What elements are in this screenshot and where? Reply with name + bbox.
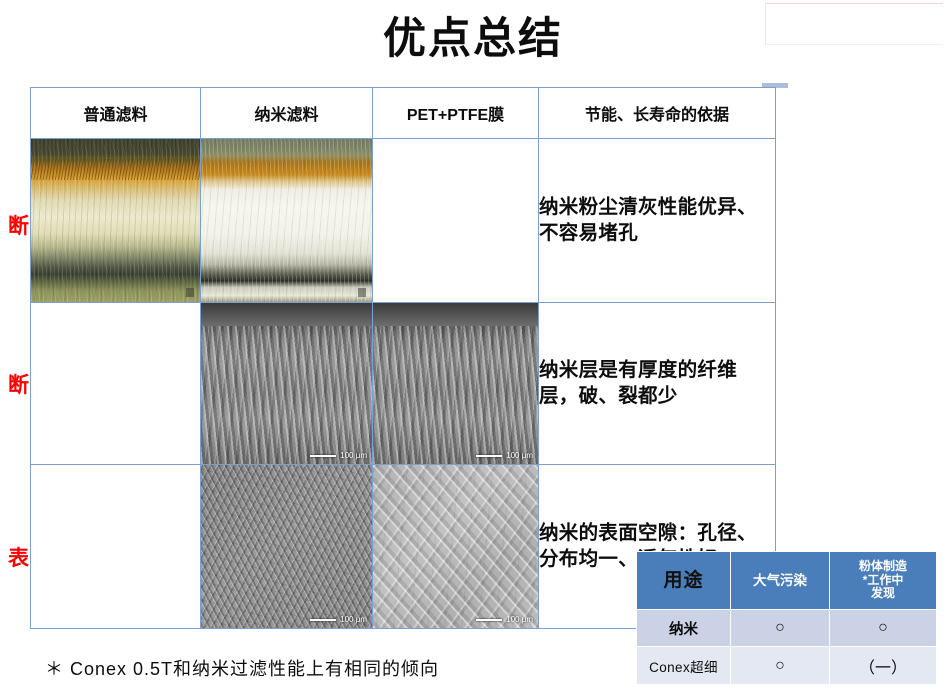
cell-nano-cross-section-photo bbox=[200, 138, 373, 303]
microscope-stamp bbox=[185, 288, 194, 297]
usage-table: 用途 大气污染 粉体制造 *工作中 发现 纳米 ○ ○ Conex超细 ○ （一… bbox=[636, 551, 937, 685]
table-header-row: 普通滤料 纳米滤料 PET+PTFE膜 节能、长寿命的依据 bbox=[30, 87, 776, 139]
usage-table-header-row: 用途 大气污染 粉体制造 *工作中 发现 bbox=[636, 551, 937, 610]
usage-header-air-pollution: 大气污染 bbox=[730, 551, 830, 610]
sem-surface-image-pet-ptfe bbox=[373, 465, 538, 628]
optical-cross-section-image-ordinary bbox=[31, 139, 200, 302]
usage-header-powder-line-3: 发现 bbox=[870, 586, 895, 601]
usage-row-name-conex: Conex超细 bbox=[636, 646, 731, 685]
scale-bar-label: 100 μm bbox=[340, 615, 367, 624]
usage-mark-nano-powder: ○ bbox=[829, 609, 937, 647]
scale-bar-line bbox=[476, 618, 503, 621]
column-header-ordinary-media: 普通滤料 bbox=[30, 87, 201, 139]
cell-description-row-1: 纳米粉尘清灰性能优异、不容易堵孔 bbox=[538, 138, 776, 303]
usage-header-powder-line-1: 粉体制造 bbox=[858, 558, 907, 573]
cell-pet-ptfe-sem-surface: 100 μm bbox=[372, 464, 539, 629]
scale-bar: 100 μm bbox=[476, 451, 533, 460]
cell-pet-ptfe-cross-section-empty bbox=[372, 138, 539, 303]
usage-header-powder-manufacturing: 粉体制造 *工作中 发现 bbox=[829, 551, 937, 610]
scale-bar-label: 100 μm bbox=[506, 615, 533, 624]
cell-ordinary-cross-section-photo bbox=[30, 138, 201, 303]
slide-canvas: 优点总结 断面 断面 表面 普通滤料 纳米滤料 PET+PTFE膜 节能、长寿命… bbox=[0, 0, 946, 697]
scale-bar: 100 μm bbox=[476, 615, 533, 624]
cell-nano-sem-cross-section: 100 μm bbox=[200, 302, 373, 465]
table-row: 纳米粉尘清灰性能优异、不容易堵孔 bbox=[30, 138, 776, 303]
optical-cross-section-image-nano bbox=[201, 139, 372, 302]
comparison-table: 普通滤料 纳米滤料 PET+PTFE膜 节能、长寿命的依据 纳米粉尘清灰性能优异… bbox=[30, 87, 776, 629]
cell-ordinary-sem-empty bbox=[30, 302, 201, 465]
usage-mark-nano-air: ○ bbox=[730, 609, 830, 647]
page-title: 优点总结 bbox=[383, 15, 563, 63]
usage-row-name-nano: 纳米 bbox=[636, 609, 731, 647]
scale-bar-label: 100 μm bbox=[340, 451, 367, 460]
scale-bar-line bbox=[310, 618, 337, 621]
scale-bar: 100 μm bbox=[310, 615, 367, 624]
microscope-stamp bbox=[357, 288, 366, 297]
cell-ordinary-surface-empty bbox=[30, 464, 201, 629]
usage-table-row: 纳米 ○ ○ bbox=[636, 609, 937, 647]
usage-header-purpose: 用途 bbox=[636, 551, 731, 610]
column-header-energy-life-basis: 节能、长寿命的依据 bbox=[538, 87, 776, 139]
table-row: 100 μm 100 μm 纳米层是有厚度的纤维层，破、裂都少 bbox=[30, 302, 776, 465]
cell-pet-ptfe-sem-cross-section: 100 μm bbox=[372, 302, 539, 465]
scale-bar-line bbox=[310, 454, 337, 457]
footnote-text: ＊ Conex 0.5T和纳米过滤性能上有相同的倾向 bbox=[45, 659, 440, 679]
sem-cross-section-image-nano bbox=[201, 303, 372, 464]
usage-mark-conex-powder: （一） bbox=[829, 646, 937, 685]
cell-nano-sem-surface: 100 μm bbox=[200, 464, 373, 629]
cell-description-row-2: 纳米层是有厚度的纤维层，破、裂都少 bbox=[538, 302, 776, 465]
column-header-pet-ptfe-membrane: PET+PTFE膜 bbox=[372, 87, 539, 139]
column-header-nano-media: 纳米滤料 bbox=[200, 87, 373, 139]
scale-bar: 100 μm bbox=[310, 451, 367, 460]
scale-bar-line bbox=[476, 454, 503, 457]
sem-surface-image-nano bbox=[201, 465, 372, 628]
scale-bar-label: 100 μm bbox=[506, 451, 533, 460]
usage-mark-conex-air: ○ bbox=[730, 646, 830, 685]
usage-table-row: Conex超细 ○ （一） bbox=[636, 646, 937, 685]
sem-cross-section-image-pet-ptfe bbox=[373, 303, 538, 464]
